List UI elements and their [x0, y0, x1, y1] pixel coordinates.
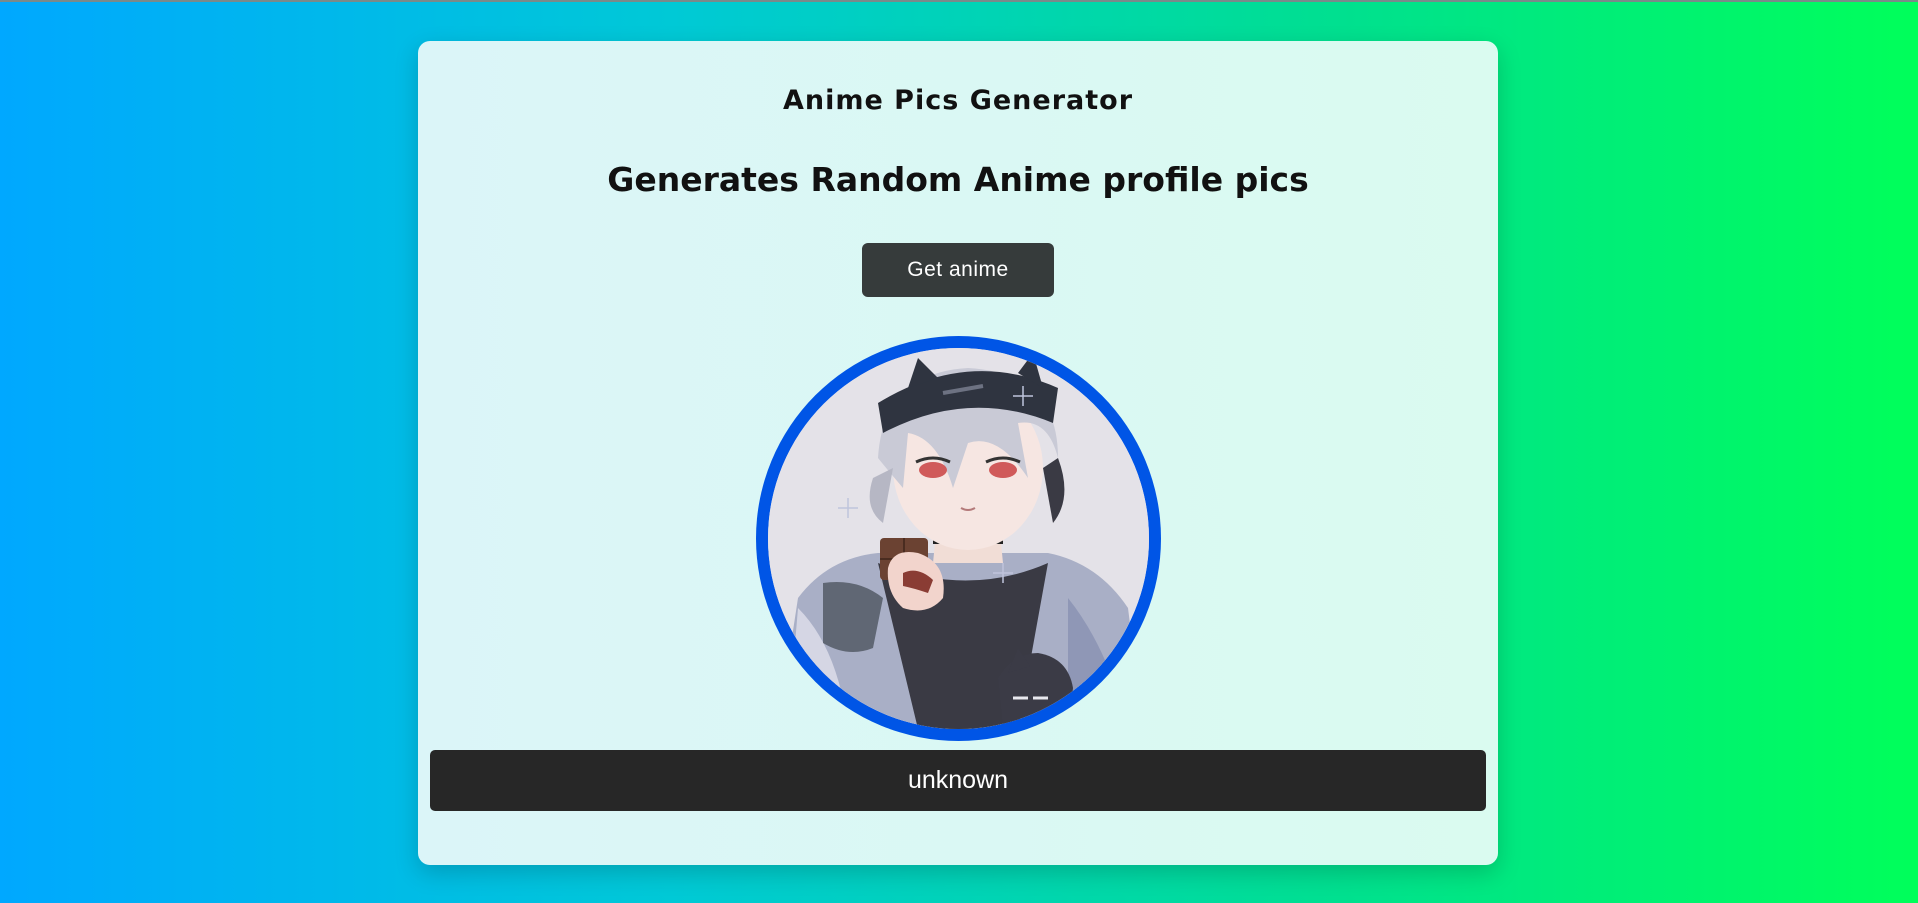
top-border [0, 0, 1918, 2]
avatar-frame [756, 336, 1161, 741]
get-anime-button[interactable]: Get anime [862, 243, 1054, 297]
character-name-bar: unknown [430, 750, 1486, 811]
character-name: unknown [907, 766, 1009, 794]
generator-card: Anime Pics Generator Generates Random An… [418, 41, 1498, 865]
app-title: Anime Pics Generator [782, 85, 1134, 116]
page-subtitle: Generates Random Anime profile pics [607, 160, 1309, 199]
anime-avatar-image [768, 348, 1149, 729]
